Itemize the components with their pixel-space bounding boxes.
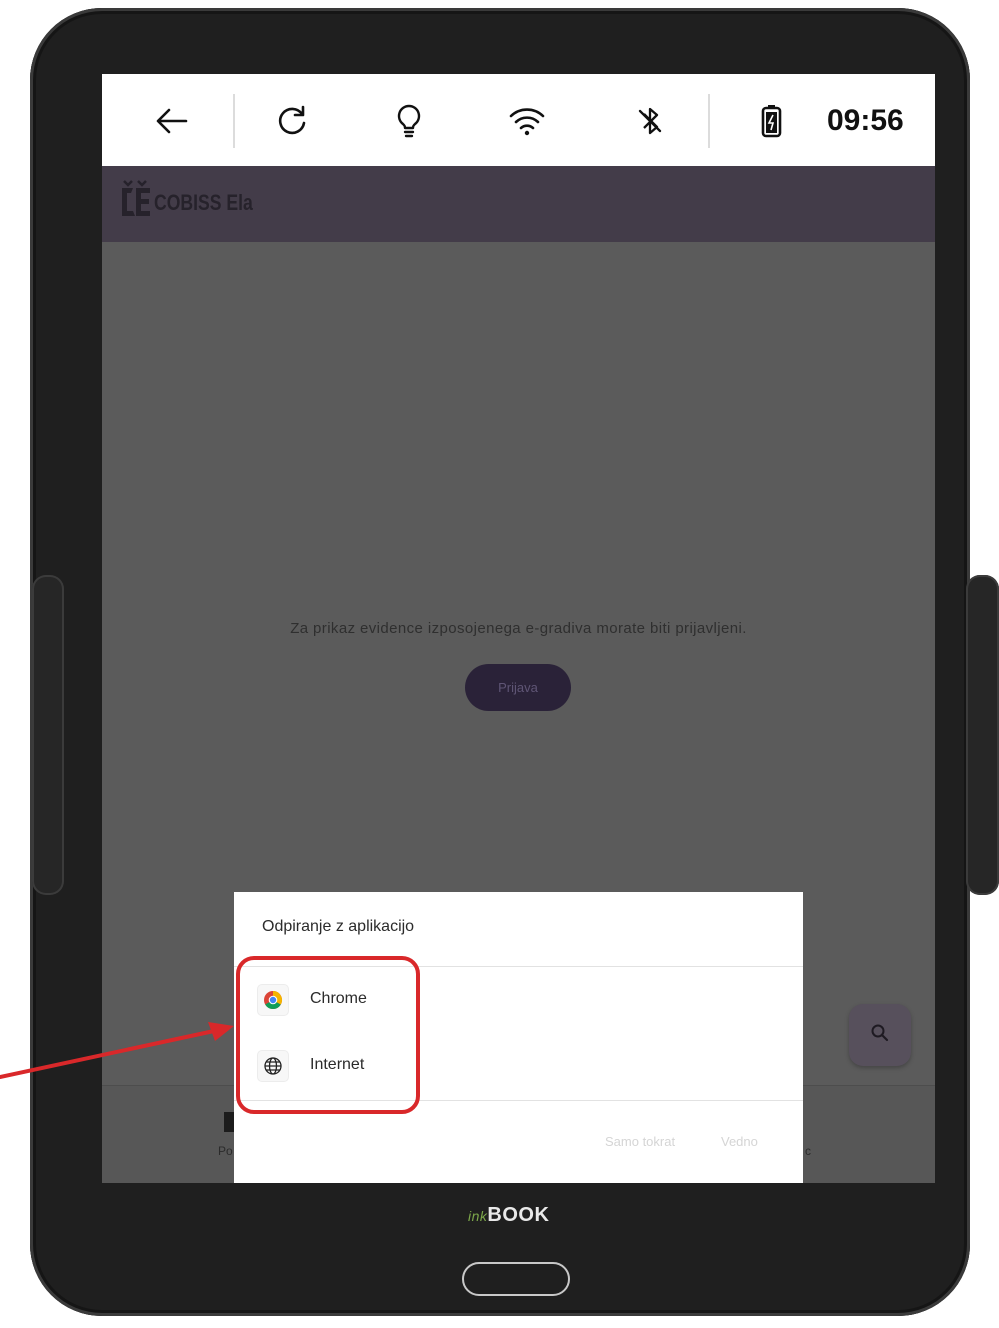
annotation-highlight-box: [236, 956, 420, 1114]
search-button[interactable]: [849, 1004, 911, 1066]
right-page-button[interactable]: [966, 575, 999, 895]
home-button[interactable]: [462, 1262, 570, 1296]
nav-item-label[interactable]: c: [805, 1144, 811, 1158]
left-page-button[interactable]: [32, 575, 64, 895]
app-header: COBISS Ela: [102, 166, 935, 242]
dialog-title: Odpiranje z aplikacijo: [262, 918, 415, 935]
back-arrow-icon[interactable]: [152, 101, 192, 141]
wifi-icon[interactable]: [507, 101, 547, 141]
login-required-message: Za prikaz evidence izposojenega e-gradiv…: [290, 620, 747, 637]
status-divider: [233, 94, 235, 148]
nav-item-icon[interactable]: [224, 1112, 234, 1132]
search-icon: [870, 1023, 890, 1047]
device-brand-logo: inkBOOK: [468, 1204, 550, 1226]
light-bulb-icon[interactable]: [389, 101, 429, 141]
always-button[interactable]: Vedno: [721, 1134, 758, 1149]
nav-item-label[interactable]: Po: [218, 1144, 233, 1158]
app-logo-text: COBISS Ela: [154, 190, 253, 215]
bluetooth-off-icon[interactable]: [630, 101, 670, 141]
just-once-button[interactable]: Samo tokrat: [605, 1134, 675, 1149]
annotation-arrow-icon: [0, 1022, 234, 1079]
cobiss-logo-icon: [118, 176, 154, 230]
refresh-icon[interactable]: [272, 101, 312, 141]
battery-icon: [752, 101, 792, 141]
status-divider: [708, 94, 710, 148]
status-bar: 09:56: [102, 74, 935, 166]
clock-time: 09:56: [827, 104, 904, 137]
login-button[interactable]: Prijava: [465, 664, 571, 711]
